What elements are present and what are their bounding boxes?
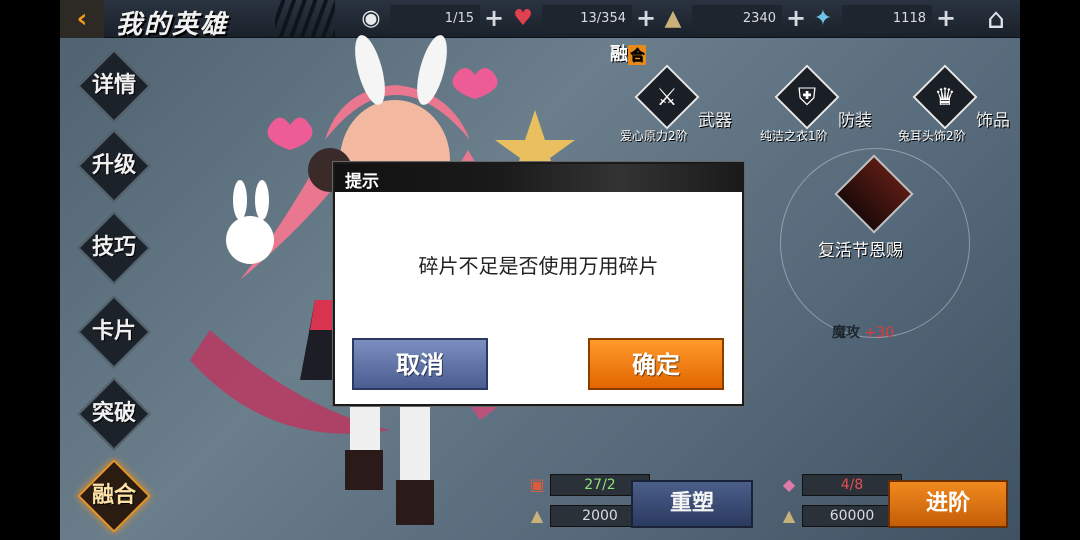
- heart-icon: ♥: [513, 6, 533, 31]
- home-icon[interactable]: ⌂: [978, 3, 1014, 35]
- menu-item-details[interactable]: 详情: [77, 49, 151, 123]
- menu-label: 卡片: [91, 319, 136, 344]
- menu-label: 升级: [91, 153, 136, 178]
- eye-icon: ◉: [361, 6, 381, 31]
- add-heart-button[interactable]: +: [634, 6, 658, 31]
- equip-name: 爱心原力2阶: [620, 129, 688, 143]
- menu-item-cards[interactable]: 卡片: [77, 295, 151, 369]
- accessory-icon: ♛: [934, 83, 956, 111]
- equip-accessory[interactable]: ♛ 饰品 兔耳头饰2阶: [898, 64, 1020, 145]
- skill-name: 复活节恩赐: [818, 241, 903, 261]
- menu-label: 技巧: [91, 235, 136, 260]
- equip-name: 兔耳头饰2阶: [898, 129, 966, 143]
- confirm-dialog: 提示 碎片不足是否使用万用碎片 取消 确定: [333, 162, 744, 406]
- dialog-title: 提示: [345, 172, 379, 192]
- resource-heart: ♥ 13/354 +: [508, 5, 658, 33]
- coin-icon: ▲: [530, 506, 544, 525]
- advance-button[interactable]: 进阶: [888, 480, 1008, 528]
- menu-item-skills[interactable]: 技巧: [77, 211, 151, 285]
- resource-crystal: ✦ 1118 +: [808, 5, 958, 33]
- confirm-button[interactable]: 确定: [588, 338, 724, 390]
- resource-coin-value: 2340: [692, 5, 782, 33]
- dialog-header: 提示: [335, 164, 742, 192]
- equip-name: 纯洁之衣1阶: [760, 129, 828, 143]
- weapon-icon: ⚔: [656, 83, 678, 111]
- resource-eye: ◉ 1/15 +: [356, 5, 506, 33]
- dialog-message: 碎片不足是否使用万用碎片: [418, 254, 659, 278]
- shard-icon: ▣: [529, 475, 545, 494]
- crystal-icon: ✦: [813, 6, 833, 31]
- armor-icon: ⛨: [798, 83, 816, 111]
- add-crystal-button[interactable]: +: [934, 6, 958, 31]
- menu-label: 突破: [91, 401, 136, 426]
- stat-value: +30: [864, 325, 894, 341]
- stat-key: 魔攻: [832, 325, 860, 341]
- right-coin-cost: 60000: [802, 505, 902, 527]
- menu-item-breakthrough[interactable]: 突破: [77, 377, 151, 451]
- equip-weapon[interactable]: ⚔ 武器 爱心原力2阶: [620, 64, 750, 145]
- coin-icon: ▲: [782, 506, 796, 525]
- fusion-tag-box: 合: [628, 45, 646, 65]
- fusion-tag: 融合: [610, 40, 646, 66]
- menu-label: 详情: [91, 73, 136, 98]
- hero-shard-icon: ◆: [782, 475, 796, 494]
- right-shard-count: 4/8: [802, 474, 902, 496]
- resource-eye-value: 1/15: [390, 5, 480, 33]
- menu-item-upgrade[interactable]: 升级: [77, 129, 151, 203]
- fusion-tag-main: 融: [610, 44, 628, 65]
- stat-line: 魔攻 +30: [832, 322, 894, 342]
- menu-label: 融合: [91, 483, 136, 508]
- equip-armor[interactable]: ⛨ 防装 纯洁之衣1阶: [760, 64, 890, 145]
- menu-item-fusion[interactable]: 融合: [77, 459, 151, 533]
- resource-coin: ▲ 2340 +: [658, 5, 808, 33]
- resource-heart-value: 13/354: [542, 5, 632, 33]
- resource-crystal-value: 1118: [842, 5, 932, 33]
- add-coin-button[interactable]: +: [784, 6, 808, 31]
- add-eye-button[interactable]: +: [482, 6, 506, 31]
- coin-icon: ▲: [664, 6, 682, 31]
- rebuild-button[interactable]: 重塑: [631, 480, 753, 528]
- cancel-button[interactable]: 取消: [352, 338, 488, 390]
- back-arrow-icon[interactable]: ‹: [60, 0, 104, 38]
